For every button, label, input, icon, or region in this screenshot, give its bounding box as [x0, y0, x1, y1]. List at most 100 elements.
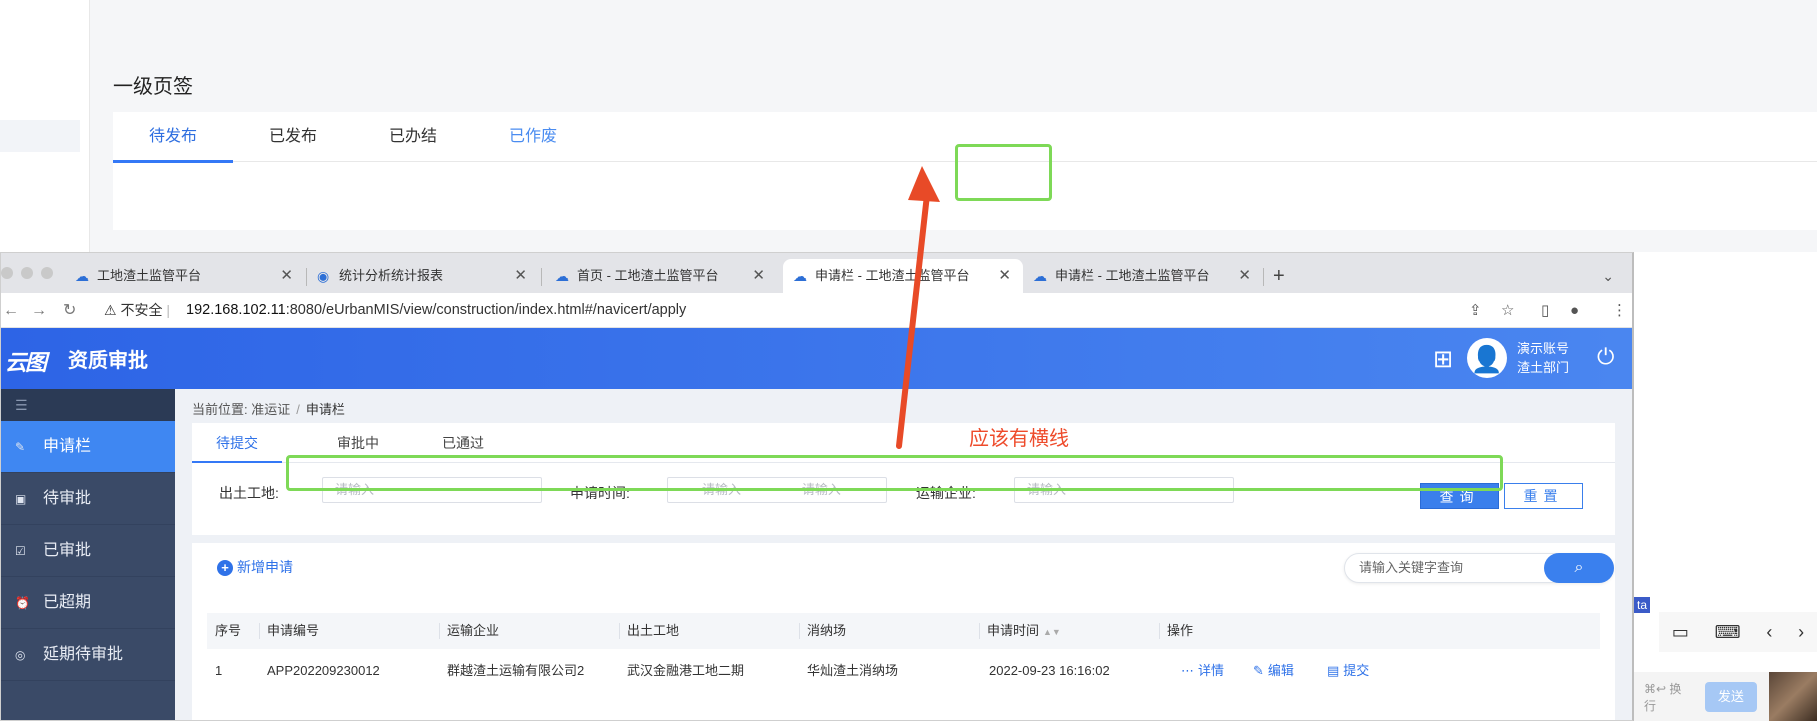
col-divider: [979, 623, 980, 639]
window-minimize-dot[interactable]: [21, 267, 33, 279]
sidebar-item-label: 已超期: [43, 594, 92, 611]
sidebar-item-overdue[interactable]: ⏰ 已超期: [1, 577, 175, 629]
breadcrumb-parent[interactable]: 准运证: [251, 402, 290, 417]
background-chat-strip: ta ▭ ⌨ ‹ › ⌘↩ 换行 发送: [1634, 252, 1817, 721]
search-icon[interactable]: ⌕: [1544, 553, 1614, 583]
tab-draft[interactable]: 待提交: [216, 423, 258, 463]
plus-circle-icon: +: [217, 560, 233, 576]
url-host: 192.168.102.11: [186, 302, 286, 318]
tab-separator: [541, 268, 542, 286]
browser-tab-title: 统计分析统计报表: [339, 268, 444, 283]
browser-tab-2[interactable]: ◉ 统计分析统计报表 ✕: [307, 259, 539, 293]
new-tab-button[interactable]: +: [1273, 259, 1285, 293]
grid-menu-icon[interactable]: ⊞: [1433, 345, 1453, 374]
tab-list-chevron-icon[interactable]: ⌄: [1602, 259, 1614, 293]
sidebar-collapse-icon[interactable]: ☰: [1, 389, 175, 421]
bg-tab-voided[interactable]: 已作废: [473, 112, 593, 162]
reload-icon[interactable]: ↻: [63, 293, 76, 328]
window-zoom-dot[interactable]: [41, 267, 53, 279]
sidebar-item-label: 申请栏: [43, 438, 92, 455]
bg-tab-completed[interactable]: 已办结: [353, 112, 473, 162]
sort-icon[interactable]: ▲▼: [1043, 627, 1061, 637]
col-divider: [1159, 623, 1160, 639]
col-company: 运输企业: [447, 623, 500, 638]
chevron-left-icon[interactable]: ‹: [1766, 622, 1772, 643]
photo-thumbnail: [1769, 672, 1817, 721]
keyword-search-input[interactable]: 请输入关键字查询: [1359, 554, 1463, 582]
url-path: :8080/eUrbanMIS/view/construction/index.…: [285, 302, 687, 318]
address-bar: ← → ↻ ⚠ 不安全 | 192.168.102.11:8080/eUrban…: [1, 293, 1632, 328]
breadcrumb-separator: /: [296, 402, 300, 417]
close-icon[interactable]: ✕: [280, 259, 293, 293]
user-icon: ◎: [15, 648, 26, 662]
forward-icon[interactable]: →: [31, 293, 47, 328]
browser-tab-3[interactable]: ☁ 首页 - 工地渣土监管平台 ✕: [545, 259, 777, 293]
browser-tab-5[interactable]: ☁ 申请栏 - 工地渣土监管平台 ✕: [1023, 259, 1263, 293]
browser-tab-title: 首页 - 工地渣土监管平台: [577, 268, 719, 283]
newline-hint: ⌘↩ 换行: [1644, 681, 1682, 713]
window-close-dot[interactable]: [1, 267, 13, 279]
sidebar-item-approved[interactable]: ☑ 已审批: [1, 525, 175, 577]
edit-button[interactable]: ✎ 编辑: [1253, 649, 1294, 693]
bg-tab-pending-publish[interactable]: 待发布: [113, 112, 233, 163]
more-dots-icon: ⋯: [1181, 663, 1194, 678]
annotation-box-top: [955, 144, 1052, 201]
keyboard-icon[interactable]: ⌨: [1715, 622, 1741, 643]
avatar[interactable]: 👤: [1467, 338, 1507, 378]
edit-icon: ✎: [15, 440, 26, 454]
col-code: 申请编号: [267, 623, 320, 638]
cloud-icon: ☁: [1033, 268, 1047, 284]
more-menu-icon[interactable]: ⋮: [1612, 293, 1627, 328]
browser-tab-4-active[interactable]: ☁ 申请栏 - 工地渣土监管平台 ✕: [783, 259, 1023, 293]
app-logo: 云图: [5, 350, 47, 375]
share-icon[interactable]: ⇪: [1469, 293, 1482, 328]
warning-icon: ⚠: [104, 302, 121, 318]
sidebar-item-pending[interactable]: ▣ 待审批: [1, 473, 175, 525]
cloud-icon: ☁: [555, 268, 569, 284]
star-icon[interactable]: ☆: [1501, 293, 1514, 328]
cell-company: 群越渣土运输有限公司2: [447, 663, 585, 678]
col-time[interactable]: 申请时间 ▲▼: [987, 613, 1061, 650]
profile-icon[interactable]: ●: [1570, 293, 1579, 328]
browser-tab-1[interactable]: ☁ 工地渣土监管平台 ✕: [65, 259, 305, 293]
close-icon[interactable]: ✕: [514, 259, 527, 293]
keyword-search: 请输入关键字查询 ⌕: [1344, 553, 1614, 583]
close-icon[interactable]: ✕: [998, 259, 1011, 293]
chevron-right-icon[interactable]: ›: [1798, 622, 1804, 643]
browser-tab-title: 申请栏 - 工地渣土监管平台: [1055, 268, 1210, 283]
cell-index: 1: [215, 663, 223, 678]
alarm-icon: ⏰: [15, 596, 30, 610]
globe-icon: ◉: [317, 268, 330, 284]
table-row: 1 APP202209230012 群越渣土运输有限公司2 武汉金融港工地二期 …: [207, 649, 1600, 693]
sidebar-item-apply[interactable]: ✎ 申请栏: [1, 421, 175, 473]
breadcrumb-current: 申请栏: [305, 402, 345, 417]
back-icon[interactable]: ←: [3, 293, 19, 328]
chat-input-bar: ⌘↩ 换行 发送: [1634, 672, 1817, 721]
submit-button[interactable]: ▤ 提交: [1327, 649, 1369, 693]
cell-dump: 华灿渣土消纳场: [807, 663, 899, 678]
cloud-icon: ☁: [75, 268, 89, 284]
cell-code: APP202209230012: [267, 663, 380, 678]
col-divider: [439, 623, 440, 639]
background-side-tag: ta: [1634, 597, 1651, 613]
side-panel-icon[interactable]: ▯: [1541, 293, 1549, 328]
app-header: 云图 资质审批 ⊞ 👤 演示账号 渣土部门 ⏻: [1, 328, 1632, 389]
url-field[interactable]: 192.168.102.11:8080/eUrbanMIS/view/const…: [186, 293, 686, 328]
col-site: 出土工地: [627, 623, 680, 638]
insecure-indicator[interactable]: ⚠ 不安全 |: [104, 293, 170, 328]
tab-separator: [1263, 268, 1264, 286]
sidebar-item-label: 延期待审批: [43, 646, 124, 663]
close-icon[interactable]: ✕: [752, 259, 765, 293]
add-application-button[interactable]: + 新增申请: [217, 557, 293, 577]
list-panel: +新增申请 请输入关键字查询 ⌕ 序号 申请编号 运输企业 出土工地 消纳场: [192, 543, 1615, 720]
send-button[interactable]: 发送: [1704, 681, 1758, 712]
background-sidebar-highlight: [0, 120, 80, 152]
reset-button[interactable]: 重置: [1504, 483, 1583, 509]
detail-button[interactable]: ⋯ 详情: [1181, 649, 1224, 693]
sidebar-item-extension[interactable]: ◎ 延期待审批: [1, 629, 175, 681]
close-icon[interactable]: ✕: [1238, 259, 1251, 293]
bg-tab-published[interactable]: 已发布: [233, 112, 353, 162]
power-icon[interactable]: ⏻: [1597, 344, 1614, 370]
application-table: 序号 申请编号 运输企业 出土工地 消纳场 申请时间 ▲▼ 操作 1 APP20…: [207, 613, 1600, 693]
tablet-icon[interactable]: ▭: [1672, 622, 1689, 643]
